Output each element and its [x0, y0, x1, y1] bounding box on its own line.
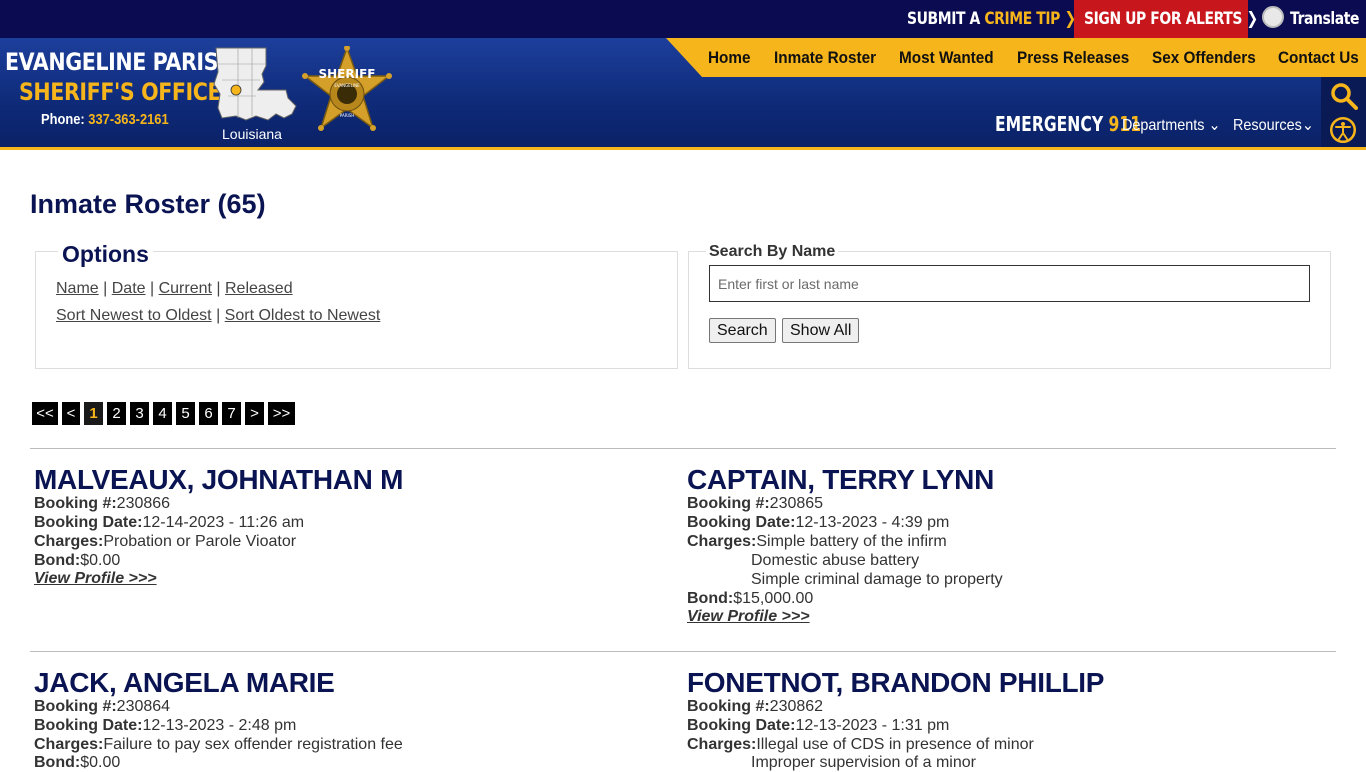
main-nav-bar	[666, 38, 1366, 77]
sign-up-alerts-link[interactable]: SIGN UP FOR ALERTS ❯	[1074, 0, 1258, 38]
booking-date: Booking Date:12-13-2023 - 2:48 pm	[34, 717, 297, 734]
chevron-down-icon: ⌄	[1301, 117, 1314, 134]
charges: Charges:Simple battery of the infirm	[687, 533, 947, 550]
inmate-name[interactable]: FONETNOT, BRANDON PHILLIP	[687, 667, 1104, 699]
sort-newest-link[interactable]: Sort Newest to Oldest	[56, 307, 212, 324]
view-profile-link[interactable]: View Profile >>>	[34, 570, 157, 588]
inmate-name[interactable]: MALVEAUX, JOHNATHAN M	[34, 464, 403, 496]
translate-button[interactable]: Translate	[1262, 0, 1366, 38]
pager-page-7[interactable]: 7	[222, 402, 241, 425]
chevron-right-icon: ❯	[1246, 9, 1258, 29]
sheriff-badge-logo[interactable]: SHERIFF EVANGELINE PARISH	[301, 46, 393, 138]
nav-home[interactable]: Home	[708, 38, 751, 77]
tip-prefix: SUBMIT A	[907, 9, 985, 29]
charge-item: Domestic abuse battery	[751, 552, 920, 569]
emergency-label: EMERGENCY	[995, 112, 1109, 136]
view-profile-link[interactable]: View Profile >>>	[687, 608, 810, 626]
inmate-name[interactable]: JACK, ANGELA MARIE	[34, 667, 335, 699]
bond: Bond:$15,000.00	[687, 590, 814, 607]
pager-page-6[interactable]: 6	[199, 402, 218, 425]
nav-sex-offenders[interactable]: Sex Offenders	[1152, 38, 1256, 77]
booking-number: Booking #:230865	[687, 495, 824, 512]
submit-crime-tip-link[interactable]: SUBMIT A CRIME TIP ❯	[907, 0, 1076, 38]
filter-current-link[interactable]: Current	[159, 280, 212, 297]
resources-dropdown[interactable]: Resources⌄	[1233, 115, 1314, 135]
charge-item: Improper supervision of a minor	[751, 754, 976, 771]
nav-inmate-roster[interactable]: Inmate Roster	[774, 38, 876, 77]
options-legend: Options	[58, 241, 153, 268]
nav-most-wanted[interactable]: Most Wanted	[899, 38, 994, 77]
alerts-label: SIGN UP FOR ALERTS	[1084, 9, 1243, 29]
charges: Charges:Probation or Parole Vioator	[34, 533, 297, 550]
globe-icon	[1262, 6, 1284, 28]
phone-number: 337-363-2161	[88, 111, 169, 128]
roster-divider	[30, 448, 1336, 449]
booking-date: Booking Date:12-13-2023 - 1:31 pm	[687, 717, 950, 734]
nav-contact-us[interactable]: Contact Us	[1278, 38, 1359, 77]
pager-first[interactable]: <<	[32, 402, 58, 425]
badge-text: SHERIFF	[319, 67, 376, 81]
translate-label: Translate	[1290, 9, 1360, 29]
phone-contact[interactable]: Phone: 337-363-2161	[41, 111, 169, 128]
badge-small-text-2: PARISH	[340, 113, 354, 118]
search-button[interactable]: Search	[709, 318, 776, 343]
brand-line-1[interactable]: EVANGELINE PARISH	[5, 48, 235, 76]
louisiana-map-icon	[213, 47, 297, 121]
accessibility-icon[interactable]	[1329, 116, 1357, 144]
search-icon[interactable]	[1330, 82, 1358, 110]
nav-press-releases[interactable]: Press Releases	[1017, 38, 1129, 77]
chevron-down-icon: ⌄	[1208, 117, 1221, 134]
pager-last[interactable]: >>	[268, 402, 295, 425]
search-legend: Search By Name	[706, 243, 839, 261]
departments-label: Departments	[1122, 117, 1205, 134]
header-divider	[0, 147, 1366, 150]
booking-date: Booking Date:12-13-2023 - 4:39 pm	[687, 514, 950, 531]
booking-number: Booking #:230864	[34, 698, 171, 715]
pager-page-1[interactable]: 1	[84, 402, 103, 425]
bond: Bond:$0.00	[34, 552, 121, 569]
charges: Charges:Failure to pay sex offender regi…	[34, 736, 403, 753]
tip-accent: CRIME TIP	[984, 9, 1060, 29]
booking-date: Booking Date:12-14-2023 - 11:26 am	[34, 514, 305, 531]
filter-released-link[interactable]: Released	[225, 280, 293, 297]
page-title: Inmate Roster (65)	[30, 189, 266, 219]
pager-page-4[interactable]: 4	[153, 402, 172, 425]
bond: Bond:$0.00	[34, 754, 121, 771]
sort-oldest-link[interactable]: Sort Oldest to Newest	[225, 307, 381, 324]
pager-page-3[interactable]: 3	[130, 402, 149, 425]
booking-number: Booking #:230862	[687, 698, 824, 715]
filter-date-link[interactable]: Date	[112, 280, 146, 297]
show-all-button[interactable]: Show All	[782, 318, 860, 343]
badge-small-text: EVANGELINE	[334, 83, 360, 88]
phone-label: Phone:	[41, 111, 89, 128]
roster-divider	[30, 651, 1336, 652]
brand-line-2[interactable]: SHERIFF'S OFFICE	[19, 78, 222, 106]
pager-prev[interactable]: <	[62, 402, 80, 425]
departments-dropdown[interactable]: Departments ⌄	[1122, 115, 1221, 135]
pager-page-5[interactable]: 5	[176, 402, 195, 425]
pager-next[interactable]: >	[245, 402, 264, 425]
pager-page-2[interactable]: 2	[107, 402, 126, 425]
charge-item: Simple criminal damage to property	[751, 571, 1003, 588]
emergency-911[interactable]: EMERGENCY 911	[995, 112, 1141, 136]
resources-label: Resources	[1233, 117, 1302, 134]
state-label: Louisiana	[222, 126, 282, 142]
booking-number: Booking #:230866	[34, 495, 171, 512]
charges: Charges:Illegal use of CDS in presence o…	[687, 736, 1034, 753]
filter-name-link[interactable]: Name	[56, 280, 99, 297]
filter-links: Name | Date | Current | Released	[56, 280, 293, 297]
search-input[interactable]	[709, 265, 1310, 302]
sort-links: Sort Newest to Oldest | Sort Oldest to N…	[56, 307, 381, 324]
inmate-name[interactable]: CAPTAIN, TERRY LYNN	[687, 464, 994, 496]
